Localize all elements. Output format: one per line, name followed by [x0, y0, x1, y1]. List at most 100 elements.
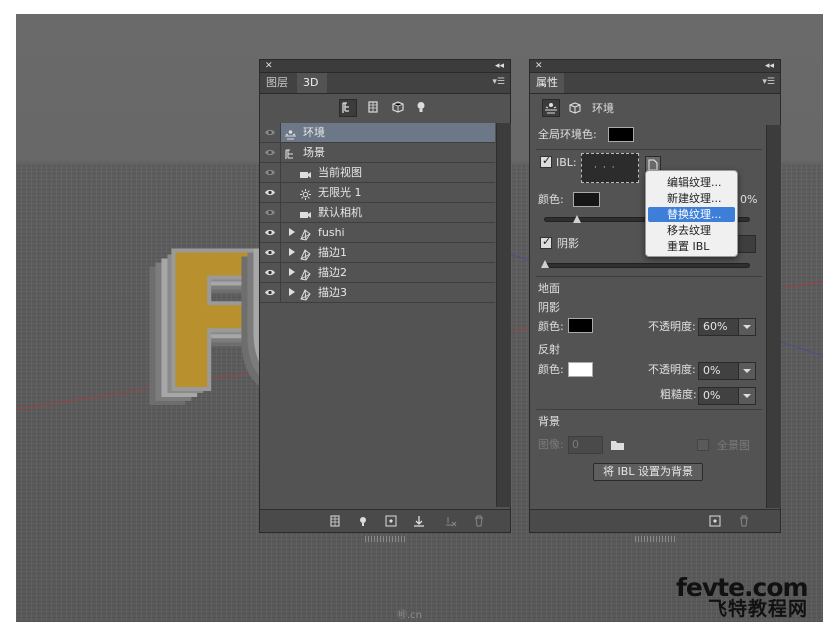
- cube-icon[interactable]: [568, 101, 582, 115]
- layer-row[interactable]: 当前视图: [260, 163, 495, 183]
- visibility-eye-icon[interactable]: [260, 243, 281, 262]
- close-icon[interactable]: ✕: [535, 60, 543, 72]
- collapse-icon[interactable]: ◂◂: [495, 60, 504, 72]
- shadow-softness-slider[interactable]: [544, 263, 750, 268]
- chevron-down-icon[interactable]: [738, 319, 755, 335]
- chevron-down-icon[interactable]: [738, 363, 755, 379]
- layer-row[interactable]: 无限光 1: [260, 183, 495, 203]
- visibility-eye-icon[interactable]: [260, 143, 281, 162]
- context-menu-item[interactable]: 编辑纹理...: [648, 175, 735, 190]
- panorama-checkbox[interactable]: [697, 439, 709, 451]
- trash-icon[interactable]: [472, 514, 486, 528]
- visibility-eye-icon[interactable]: [260, 203, 281, 222]
- folder-icon[interactable]: [610, 438, 626, 452]
- visibility-eye-icon[interactable]: [260, 283, 281, 302]
- intensity-slider-thumb[interactable]: [573, 215, 581, 223]
- layer-name: 默认相机: [318, 206, 362, 219]
- layer-row-content[interactable]: 描边2: [281, 263, 495, 282]
- camera-icon: [299, 206, 312, 219]
- mesh-icon: [299, 266, 312, 281]
- panel-resize-grip[interactable]: [635, 536, 675, 542]
- tab-3d[interactable]: 3D: [297, 73, 327, 93]
- global-ambient-swatch[interactable]: [608, 127, 634, 142]
- ground-shadow-color-label: 颜色:: [538, 320, 564, 333]
- render-icon[interactable]: [444, 514, 458, 528]
- collapse-icon[interactable]: ◂◂: [765, 60, 774, 72]
- ibl-texture-thumbnail[interactable]: ···: [581, 153, 639, 183]
- layer-row[interactable]: 描边3: [260, 283, 495, 303]
- layer-row-content[interactable]: 默认相机: [281, 203, 495, 222]
- layer-row[interactable]: fushi: [260, 223, 495, 243]
- filter-light-button[interactable]: [413, 99, 431, 117]
- bg-image-value: 0: [572, 438, 579, 451]
- layer-row[interactable]: 描边2: [260, 263, 495, 283]
- expand-arrow-icon[interactable]: [289, 268, 295, 276]
- panel-menu-icon[interactable]: ▾☰: [492, 77, 505, 87]
- shadow-checkbox[interactable]: [540, 235, 552, 249]
- panel-tabs: 图层 3D ▾☰: [260, 73, 510, 94]
- layer-row[interactable]: 描边1: [260, 243, 495, 263]
- environment-mode-button[interactable]: [542, 99, 560, 117]
- expand-arrow-icon[interactable]: [289, 228, 295, 236]
- context-menu-item[interactable]: 重置 IBL: [648, 239, 735, 254]
- layer-row-content[interactable]: 描边3: [281, 283, 495, 302]
- bg-image-field[interactable]: 0: [568, 436, 603, 454]
- panel-resize-grip[interactable]: [365, 536, 405, 542]
- reflection-color-swatch[interactable]: [568, 362, 593, 377]
- layer-row[interactable]: 环境: [260, 123, 495, 143]
- layer-name: 描边3: [318, 286, 347, 299]
- expand-arrow-icon[interactable]: [289, 288, 295, 296]
- add-constraint-icon[interactable]: [708, 514, 722, 528]
- layer-row-content[interactable]: 场景: [281, 143, 495, 162]
- layer-row-content[interactable]: fushi: [281, 223, 495, 242]
- ground-shadow-opacity-dropdown[interactable]: 60%: [698, 318, 756, 336]
- add-constraint-icon[interactable]: [384, 514, 398, 528]
- bulb-icon: [417, 102, 425, 112]
- visibility-eye-icon[interactable]: [260, 123, 281, 142]
- properties-titlebar[interactable]: ✕ ◂◂: [530, 60, 780, 73]
- trash-icon[interactable]: [737, 514, 751, 528]
- tab-layers[interactable]: 图层: [260, 73, 296, 93]
- layer-row-content[interactable]: 环境: [281, 123, 495, 142]
- new-light-icon[interactable]: [356, 514, 370, 528]
- visibility-eye-icon[interactable]: [260, 223, 281, 242]
- properties-scrollbar[interactable]: [766, 125, 781, 508]
- intensity-value[interactable]: 0%: [740, 193, 757, 207]
- layer-row[interactable]: 场景: [260, 143, 495, 163]
- close-icon[interactable]: ✕: [265, 60, 273, 72]
- visibility-eye-icon[interactable]: [260, 263, 281, 282]
- light-color-swatch[interactable]: [573, 192, 600, 207]
- reflection-opacity-dropdown[interactable]: 0%: [698, 362, 756, 380]
- context-menu-item[interactable]: 新建纹理...: [648, 191, 735, 206]
- light-icon: [299, 186, 312, 200]
- layer-row-content[interactable]: 描边1: [281, 243, 495, 262]
- layer-row-content[interactable]: 当前视图: [281, 163, 495, 182]
- visibility-eye-icon[interactable]: [260, 163, 281, 182]
- panel-menu-icon[interactable]: ▾☰: [762, 77, 775, 87]
- ground-shadow-color-swatch[interactable]: [568, 318, 593, 333]
- ibl-checkbox[interactable]: [540, 154, 552, 168]
- filter-mesh-button[interactable]: [365, 99, 383, 117]
- shadow-softness-thumb[interactable]: [541, 260, 549, 268]
- divider: [536, 149, 762, 150]
- drop-to-ground-icon[interactable]: [412, 514, 426, 528]
- filter-material-button[interactable]: [390, 99, 408, 117]
- layer-row-content[interactable]: 无限光 1: [281, 183, 495, 202]
- visibility-eye-icon[interactable]: [260, 183, 281, 202]
- shadow-softness-field[interactable]: [736, 235, 756, 253]
- roughness-dropdown[interactable]: 0%: [698, 387, 756, 405]
- new-mesh-icon[interactable]: [328, 514, 342, 528]
- chevron-down-icon[interactable]: [738, 388, 755, 404]
- watermark-site-name: 飞特教程网: [708, 598, 809, 620]
- layer-list-scrollbar[interactable]: [496, 123, 511, 507]
- context-menu-item[interactable]: 替换纹理...: [648, 207, 735, 222]
- filter-scene-button[interactable]: [339, 99, 357, 117]
- tab-properties[interactable]: 属性: [530, 73, 564, 93]
- context-menu-item[interactable]: 移去纹理: [648, 223, 735, 238]
- ground-section-label: 地面: [538, 282, 560, 295]
- expand-arrow-icon[interactable]: [289, 248, 295, 256]
- layer-row[interactable]: 默认相机: [260, 203, 495, 223]
- panel-titlebar[interactable]: ✕ ◂◂: [260, 60, 510, 73]
- set-ibl-as-background-button[interactable]: 将 IBL 设置为背景: [593, 463, 703, 481]
- properties-bottom-toolbar: [530, 509, 780, 542]
